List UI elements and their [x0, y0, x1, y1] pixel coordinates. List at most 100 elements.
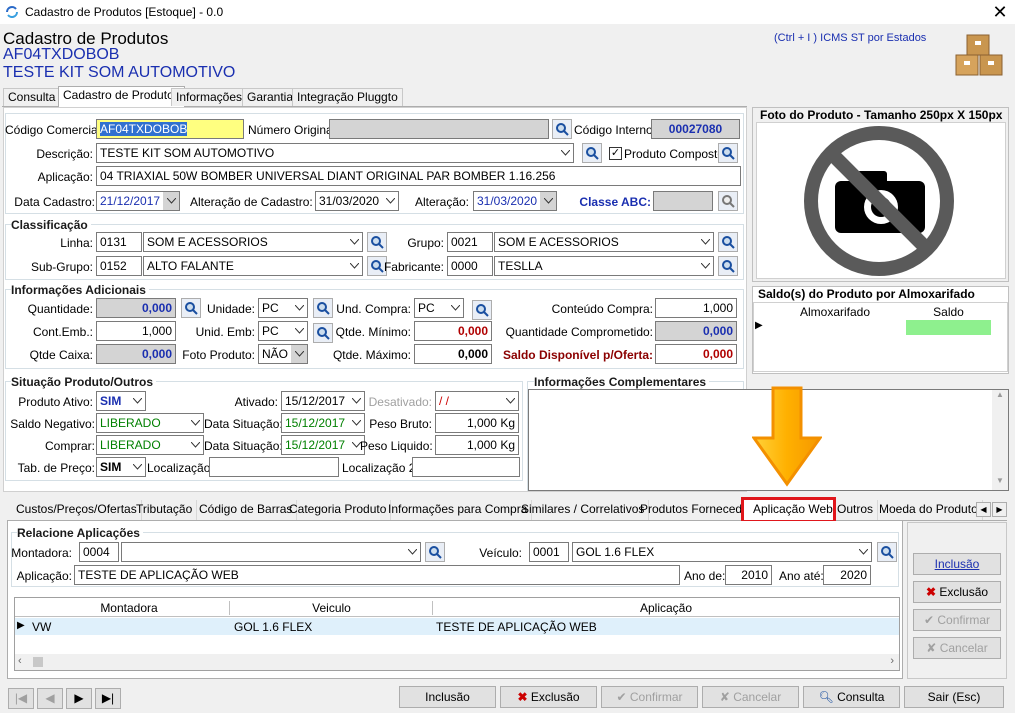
tab-tributacao[interactable]: Tributação [132, 500, 198, 520]
localizacao2-input[interactable] [412, 457, 520, 477]
alteracao-picker[interactable]: 31/03/2020 [473, 191, 557, 211]
numero-original-input[interactable] [329, 119, 549, 139]
tab-scroll-left-icon[interactable]: ◀ [976, 502, 991, 517]
nav-next-button[interactable]: ▶ [66, 688, 92, 709]
chevron-down-icon[interactable] [346, 257, 362, 275]
side-exclusao-button[interactable]: ✖ Exclusão [913, 581, 1001, 603]
tab-consulta[interactable]: Consulta [3, 88, 61, 106]
data-situacao-picker-1[interactable]: 15/12/2017 [281, 413, 365, 433]
tab-aplicacao-web[interactable]: Aplicação Web [749, 500, 837, 520]
und-compra-combo[interactable]: PC [414, 298, 464, 318]
ano-de-input[interactable]: 2010 [725, 565, 772, 585]
chevron-down-icon[interactable] [187, 436, 203, 454]
produto-composto-checkbox[interactable]: ✓ [609, 147, 622, 160]
icms-shortcut-link[interactable]: (Ctrl + I ) ICMS ST por Estados [774, 31, 926, 45]
veiculo-code-input[interactable]: 0001 [529, 542, 569, 562]
produto-composto-search-button[interactable] [718, 143, 738, 163]
chevron-down-icon[interactable] [291, 322, 307, 340]
comprar-combo[interactable]: LIBERADO [96, 435, 204, 455]
produto-ativo-combo[interactable]: SIM [96, 391, 146, 411]
chevron-down-icon[interactable] [129, 458, 145, 476]
peso-liquido-input[interactable]: 1,000 Kg [435, 435, 519, 455]
nav-prev-button[interactable]: ◀ [37, 688, 63, 709]
und-compra-search-button[interactable] [472, 300, 492, 320]
data-situacao-picker-2[interactable]: 15/12/2017 [281, 435, 365, 455]
side-confirmar-button[interactable]: ✔ Confirmar [913, 609, 1001, 631]
aplicacao-input[interactable]: 04 TRIAXIAL 50W BOMBER UNIVERSAL DIANT O… [96, 166, 741, 186]
grupo-combo[interactable]: SOM E ACESSORIOS [494, 232, 714, 252]
tab-produtos-fornecedor[interactable]: Produtos Fornecedor [636, 500, 758, 520]
ativado-picker[interactable]: 15/12/2017 [281, 391, 365, 411]
chevron-down-icon[interactable] [291, 345, 307, 363]
classe-abc-input[interactable] [653, 191, 713, 211]
scroll-right-icon[interactable]: › [890, 655, 894, 667]
conteudo-compra-input[interactable]: 1,000 [655, 298, 737, 318]
fabricante-code-input[interactable]: 0000 [447, 256, 493, 276]
chevron-down-icon[interactable] [346, 233, 362, 251]
chevron-down-icon[interactable] [697, 233, 713, 251]
chevron-down-icon[interactable] [855, 543, 871, 561]
subgrupo-combo[interactable]: ALTO FALANTE [143, 256, 363, 276]
linha-code-input[interactable]: 0131 [96, 232, 142, 252]
tab-categoria-produto[interactable]: Categoria Produto [285, 500, 392, 520]
side-inclusao-button[interactable]: Inclusão [913, 553, 1001, 575]
grupo-search-button[interactable] [718, 232, 738, 252]
tab-integracao-pluggto[interactable]: Integração Pluggto [292, 88, 403, 106]
info-complementares-scrollbar[interactable]: ▲ ▼ [992, 390, 1008, 490]
foto-produto-combo[interactable]: NÃO [258, 344, 308, 364]
codigo-comercial-input[interactable]: AF04TXDOBOB [96, 119, 244, 139]
unidade-search-button[interactable] [313, 298, 333, 318]
codigo-interno-input[interactable]: 00027080 [651, 119, 740, 139]
nav-last-button[interactable]: ▶| [95, 688, 121, 709]
qtd-comprometido-input[interactable]: 0,000 [655, 321, 737, 341]
descricao-search-button[interactable] [582, 143, 602, 163]
linha-combo[interactable]: SOM E ACESSORIOS [143, 232, 363, 252]
chevron-down-icon[interactable] [291, 299, 307, 317]
montadora-search-button[interactable] [425, 542, 445, 562]
tab-preco-combo[interactable]: SIM [96, 457, 146, 477]
chevron-down-icon[interactable] [540, 192, 556, 210]
fabricante-combo[interactable]: TESLLA [494, 256, 714, 276]
footer-sair-button[interactable]: Sair (Esc) [904, 686, 1004, 708]
tab-similares-correlativos[interactable]: Similares / Correlativos [517, 500, 650, 520]
scroll-thumb[interactable] [33, 657, 43, 667]
linha-search-button[interactable] [367, 232, 387, 252]
tab-garantia[interactable]: Garantia [242, 88, 299, 106]
fabricante-search-button[interactable] [718, 256, 738, 276]
saldo-negativo-combo[interactable]: LIBERADO [96, 413, 204, 433]
chevron-down-icon[interactable] [447, 299, 463, 317]
qtde-minimo-input[interactable]: 0,000 [414, 321, 492, 341]
qtde-maximo-input[interactable]: 0,000 [414, 344, 492, 364]
tab-informacoes-compra[interactable]: Informações para Compra [384, 500, 533, 520]
tab-cadastro-produtos[interactable]: Cadastro de Produtos [58, 86, 185, 107]
localizacao-input[interactable] [209, 457, 339, 477]
cont-emb-input[interactable]: 1,000 [96, 321, 176, 341]
montadora-code-input[interactable]: 0004 [79, 542, 119, 562]
unid-emb-combo[interactable]: PC [258, 321, 308, 341]
alteracao-cadastro-picker[interactable]: 31/03/2020 [315, 191, 399, 211]
quantidade-input[interactable]: 0,000 [96, 298, 176, 318]
subgrupo-code-input[interactable]: 0152 [96, 256, 142, 276]
data-cadastro-picker[interactable]: 21/12/2017 [96, 191, 180, 211]
table-row[interactable]: ▶ VW GOL 1.6 FLEX TESTE DE APLICAÇÃO WEB [15, 618, 899, 635]
tab-custos-precos-ofertas[interactable]: Custos/Preços/Ofertas [12, 500, 142, 520]
montadora-combo[interactable] [121, 542, 421, 562]
tab-informacoes[interactable]: Informações [171, 88, 248, 106]
numero-original-search-button[interactable] [552, 119, 572, 139]
tab-scroll-right-icon[interactable]: ▶ [992, 502, 1007, 517]
grid-hscrollbar[interactable]: ‹ › [15, 654, 899, 670]
tab-codigo-barras[interactable]: Código de Barras [195, 500, 298, 520]
saldo-disponivel-input[interactable]: 0,000 [655, 344, 737, 364]
footer-cancelar-button[interactable]: ✘ Cancelar [702, 686, 799, 708]
close-icon[interactable]: ✕ [990, 2, 1010, 22]
peso-bruto-input[interactable]: 1,000 Kg [435, 413, 519, 433]
side-cancelar-button[interactable]: ✘ Cancelar [913, 637, 1001, 659]
chevron-down-icon[interactable] [404, 543, 420, 561]
ano-ate-input[interactable]: 2020 [823, 565, 871, 585]
tab-outros[interactable]: Outros [833, 500, 879, 520]
chevron-down-icon[interactable] [129, 392, 145, 410]
chevron-down-icon[interactable] [382, 192, 398, 210]
chevron-down-icon[interactable] [557, 144, 573, 162]
scroll-left-icon[interactable]: ‹ [18, 655, 22, 667]
scroll-down-icon[interactable]: ▼ [992, 476, 1008, 490]
